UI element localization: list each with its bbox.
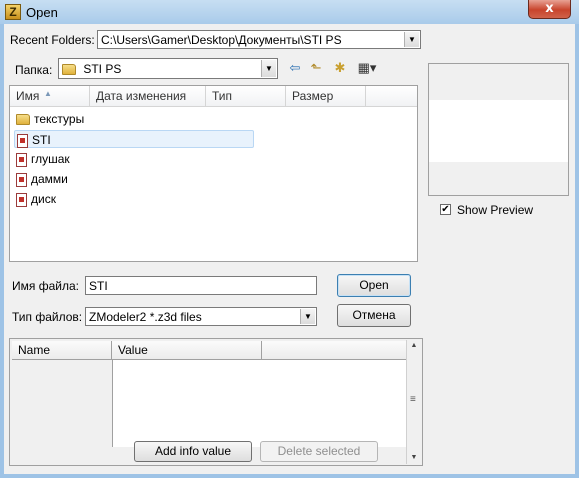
scroll-down-icon[interactable]: ▼ [407, 452, 421, 464]
recent-folders-combo[interactable]: C:\Users\Gamer\Desktop\Документы\STI PS … [97, 30, 421, 49]
recent-folders-label: Recent Folders: [10, 33, 95, 47]
chevron-down-icon[interactable]: ▼ [404, 32, 419, 47]
item-name: STI [32, 133, 51, 147]
column-size[interactable]: Размер [286, 86, 366, 106]
item-name: глушак [31, 152, 70, 166]
column-type[interactable]: Тип [206, 86, 286, 106]
column-name[interactable]: Name [12, 341, 112, 359]
list-item-selected[interactable]: STI [14, 130, 254, 148]
look-in-combo[interactable]: STI PS ▼ [58, 58, 278, 79]
column-date-modified[interactable]: Дата изменения [90, 86, 206, 106]
delete-selected-button[interactable]: Delete selected [260, 441, 378, 462]
column-value[interactable]: Value [112, 341, 262, 359]
list-item[interactable]: глушак [16, 150, 70, 168]
filename-label: Имя файла: [12, 279, 79, 293]
item-name: дамми [31, 172, 68, 186]
chevron-down-icon[interactable]: ▼ [300, 309, 315, 324]
scroll-grip-icon[interactable]: ≡ [410, 395, 416, 405]
info-values-panel: Name Value ▲ ≡ ▼ Add info value Delete s… [9, 338, 423, 466]
list-item[interactable]: текстуры [16, 110, 84, 128]
close-button[interactable]: x [528, 0, 571, 19]
zmodeler-app-icon: Z [5, 4, 21, 20]
look-in-content: STI PS [62, 62, 121, 76]
file-list-header: ▲ Имя Дата изменения Тип Размер [10, 86, 417, 107]
preview-area [429, 100, 568, 162]
info-values-grid[interactable]: Name Value [12, 341, 406, 447]
up-folder-icon[interactable]: ⬑ [307, 60, 325, 76]
filetype-combo[interactable]: ZModeler2 *.z3d files ▼ [85, 307, 317, 326]
z3d-file-icon [16, 192, 27, 207]
view-menu-icon[interactable]: ▦▾ [354, 60, 380, 76]
z3d-file-icon [16, 152, 27, 167]
item-name: текстуры [34, 112, 85, 126]
list-item[interactable]: дамми [16, 170, 68, 188]
chevron-down-icon[interactable]: ▼ [261, 60, 276, 77]
preview-pane [428, 63, 569, 196]
title-bar[interactable]: Z Open x [0, 0, 579, 24]
item-name: диск [31, 192, 56, 206]
recent-folders-value: C:\Users\Gamer\Desktop\Документы\STI PS [101, 33, 342, 47]
look-in-value: STI PS [83, 62, 122, 76]
column-name[interactable]: ▲ Имя [10, 86, 90, 106]
column-name-label: Имя [16, 89, 40, 103]
cancel-button[interactable]: Отмена [337, 304, 411, 327]
file-list[interactable]: ▲ Имя Дата изменения Тип Размер текстуры… [9, 85, 418, 262]
vertical-scrollbar[interactable]: ▲ ≡ ▼ [406, 340, 421, 464]
new-folder-icon[interactable]: ✱ [331, 60, 349, 76]
scroll-up-icon[interactable]: ▲ [407, 340, 421, 352]
open-dialog: Z Open x Recent Folders: C:\Users\Gamer\… [0, 0, 579, 478]
filetype-label: Тип файлов: [12, 310, 83, 324]
add-info-value-button[interactable]: Add info value [134, 441, 252, 462]
filetype-value: ZModeler2 *.z3d files [89, 310, 202, 324]
folder-icon [62, 64, 76, 76]
z3d-file-icon [17, 133, 28, 148]
show-preview-label: Show Preview [457, 203, 534, 217]
info-values-name-column [12, 360, 113, 447]
folder-icon [16, 114, 30, 126]
look-in-label: Папка: [15, 63, 53, 77]
z3d-file-icon [16, 172, 27, 187]
window-title: Open [26, 5, 58, 20]
filename-value: STI [89, 279, 108, 293]
info-values-header: Name Value [12, 341, 406, 360]
back-icon[interactable]: ⇦ [287, 60, 303, 76]
show-preview-checkbox[interactable]: ✔ [440, 204, 451, 215]
dialog-client-area: Recent Folders: C:\Users\Gamer\Desktop\Д… [4, 24, 575, 474]
list-item[interactable]: диск [16, 190, 56, 208]
sort-ascending-icon: ▲ [44, 89, 52, 98]
open-button[interactable]: Open [337, 274, 411, 297]
filename-input[interactable]: STI [85, 276, 317, 295]
